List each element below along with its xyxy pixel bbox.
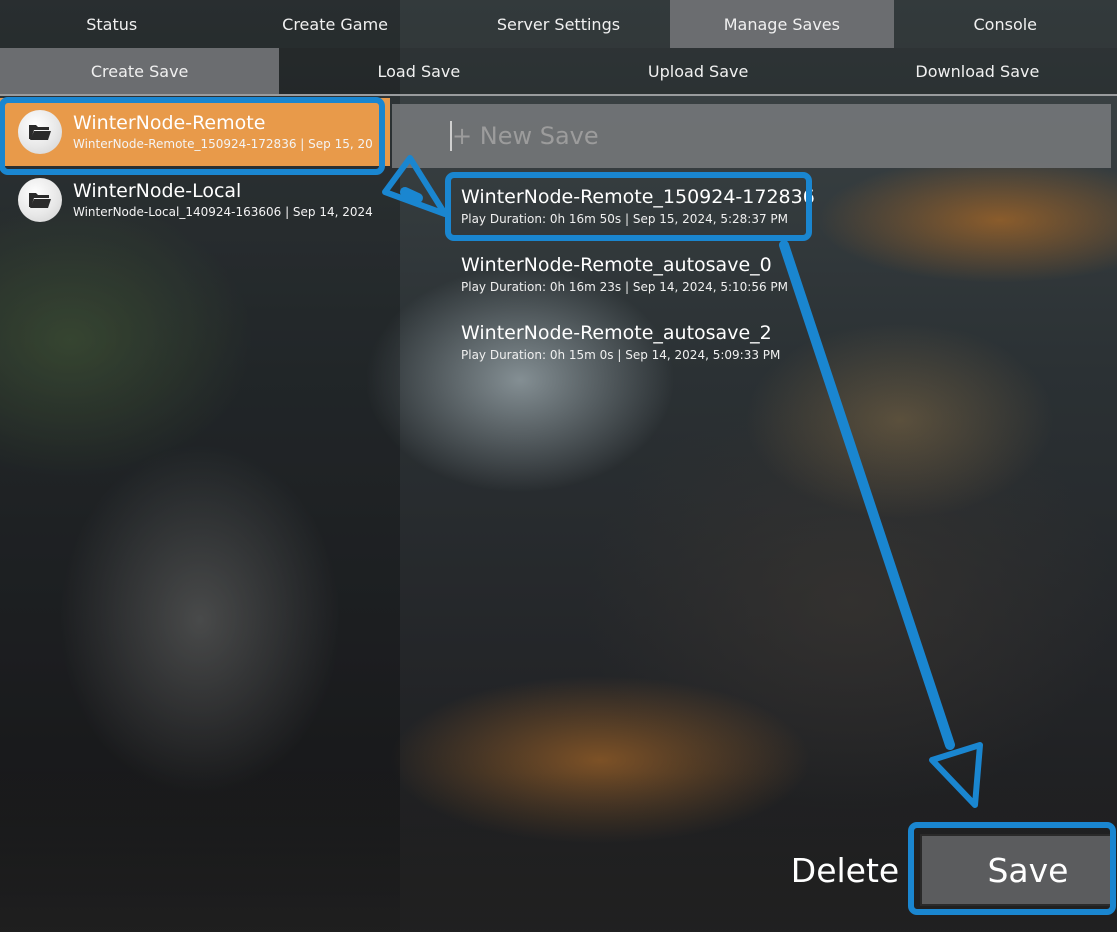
world-list: WinterNode-Remote WinterNode-Remote_1509…: [0, 98, 390, 234]
folder-icon: [18, 110, 62, 154]
save-item[interactable]: WinterNode-Remote_autosave_2 Play Durati…: [450, 308, 1050, 376]
save-name: WinterNode-Remote_autosave_0: [461, 254, 772, 276]
world-item-winternode-local[interactable]: WinterNode-Local WinterNode-Local_140924…: [0, 166, 390, 234]
world-subtitle: WinterNode-Remote_150924-172836 | Sep 15…: [73, 137, 373, 151]
delete-button[interactable]: Delete: [780, 838, 910, 902]
tab-server-settings[interactable]: Server Settings: [446, 0, 671, 48]
sub-tabs: Create Save Load Save Upload Save Downlo…: [0, 48, 1117, 96]
world-name: WinterNode-Local: [73, 180, 242, 202]
new-save-field[interactable]: [392, 104, 1111, 168]
save-list: WinterNode-Remote_150924-172836 Play Dur…: [450, 172, 1050, 376]
subtab-upload-save[interactable]: Upload Save: [559, 48, 838, 94]
save-details: Play Duration: 0h 15m 0s | Sep 14, 2024,…: [461, 348, 781, 362]
save-item[interactable]: WinterNode-Remote_autosave_0 Play Durati…: [450, 240, 1050, 308]
save-name: WinterNode-Remote_autosave_2: [461, 322, 772, 344]
tab-create-game[interactable]: Create Game: [223, 0, 447, 48]
main-tabs: Status Create Game Server Settings Manag…: [0, 0, 1117, 48]
tab-console[interactable]: Console: [893, 0, 1117, 48]
subtab-create-save[interactable]: Create Save: [0, 48, 280, 94]
subtab-download-save[interactable]: Download Save: [838, 48, 1117, 94]
save-details: Play Duration: 0h 16m 23s | Sep 14, 2024…: [461, 280, 788, 294]
folder-icon: [18, 178, 62, 222]
subtab-load-save[interactable]: Load Save: [279, 48, 558, 94]
world-item-winternode-remote[interactable]: WinterNode-Remote WinterNode-Remote_1509…: [0, 98, 390, 166]
save-item[interactable]: WinterNode-Remote_150924-172836 Play Dur…: [450, 172, 1050, 240]
world-name: WinterNode-Remote: [73, 112, 266, 134]
save-button[interactable]: Save: [920, 834, 1112, 906]
world-subtitle: WinterNode-Local_140924-163606 | Sep 14,…: [73, 205, 373, 219]
save-details: Play Duration: 0h 16m 50s | Sep 15, 2024…: [461, 212, 788, 226]
tab-status[interactable]: Status: [0, 0, 224, 48]
tab-manage-saves[interactable]: Manage Saves: [670, 0, 894, 48]
new-save-input[interactable]: [452, 122, 1052, 150]
save-name: WinterNode-Remote_150924-172836: [461, 186, 815, 208]
